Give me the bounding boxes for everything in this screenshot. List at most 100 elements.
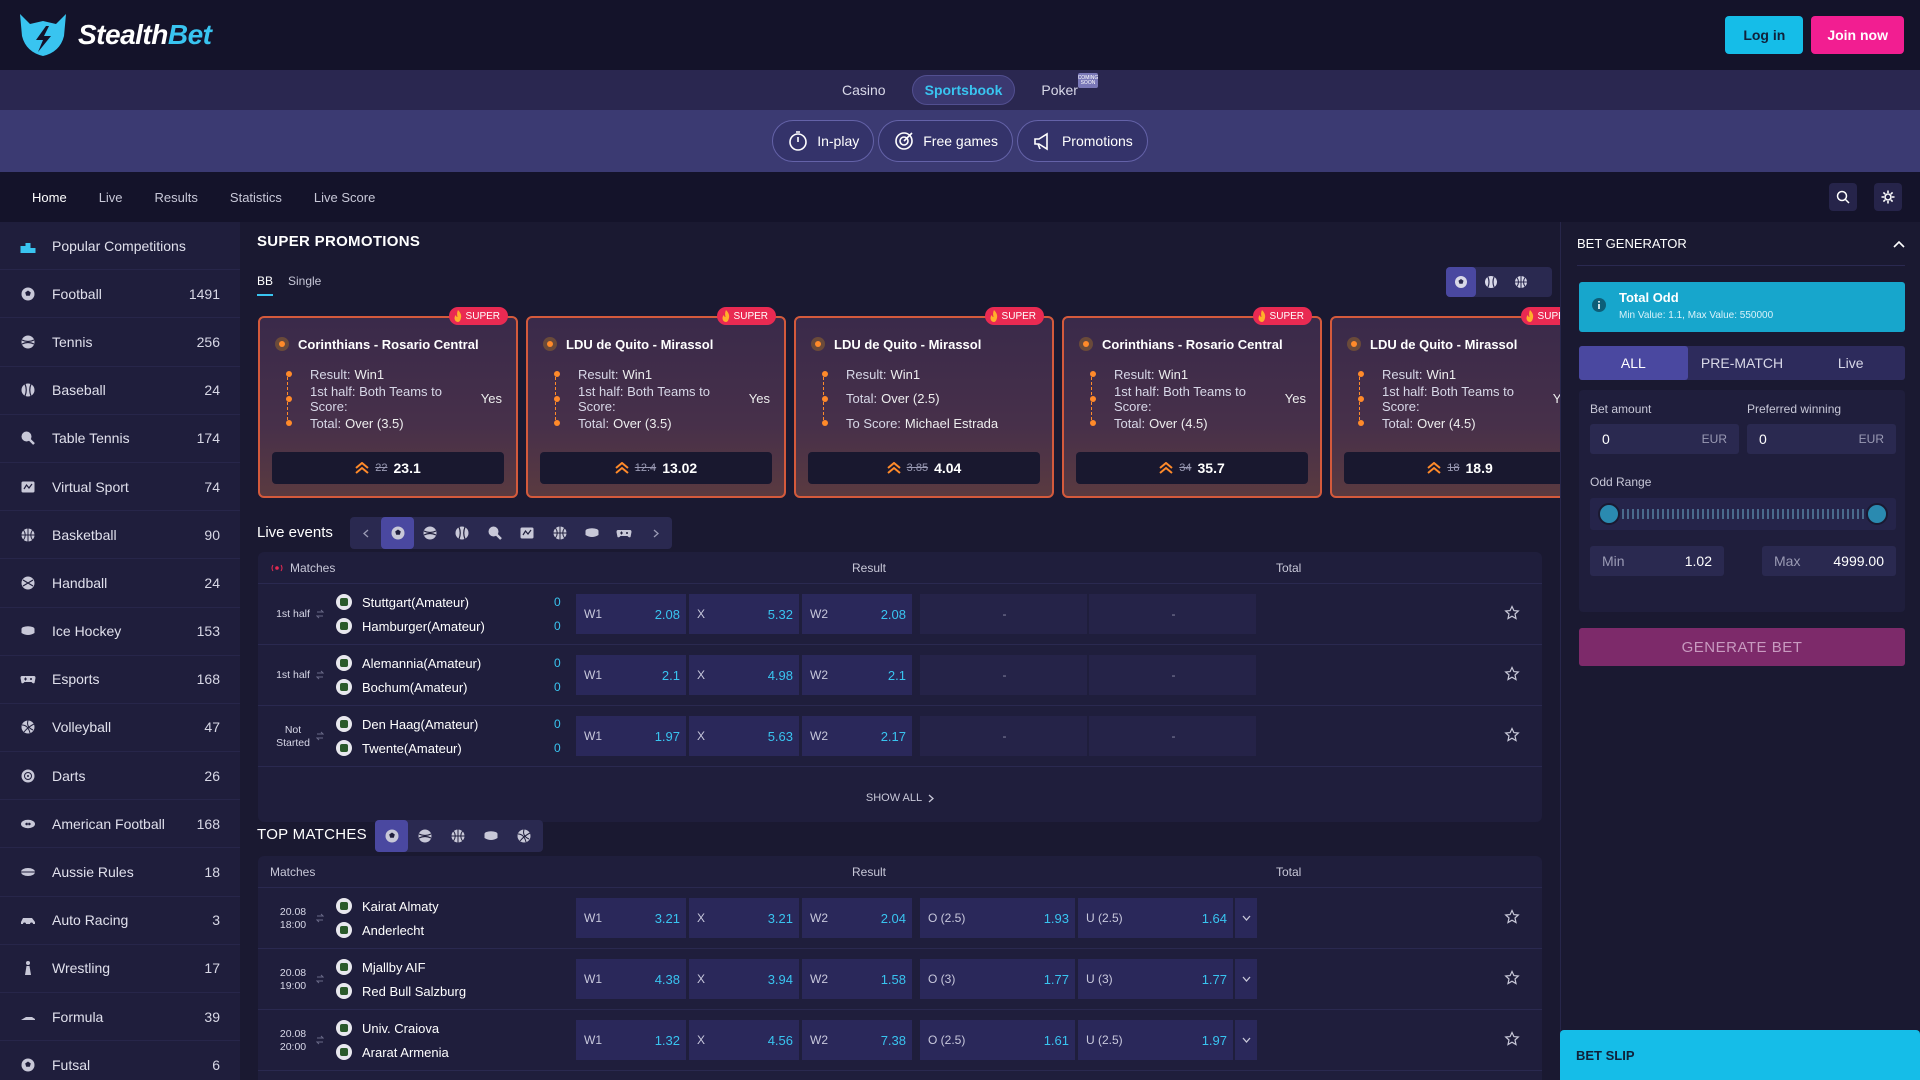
product-sportsbook[interactable]: Sportsbook <box>911 75 1016 105</box>
odd-x[interactable]: X 3.21 <box>689 898 799 938</box>
more-markets-button[interactable] <box>1235 959 1257 999</box>
segment-live[interactable]: Live <box>1796 346 1905 380</box>
filter-ice-hockey[interactable] <box>576 517 608 549</box>
range-max-handle[interactable] <box>1866 503 1888 525</box>
sidebar-item-wrestling[interactable]: Wrestling 17 <box>0 945 240 993</box>
nav-home[interactable]: Home <box>32 190 67 205</box>
min-odd-input[interactable]: Min 1.02 <box>1590 546 1724 576</box>
favorite-button[interactable] <box>1504 970 1520 986</box>
product-poker[interactable]: Poker COMING SOON <box>1029 73 1098 104</box>
odd-w1[interactable]: W1 2.08 <box>576 594 686 634</box>
odd-w1[interactable]: W1 1.32 <box>576 1020 686 1060</box>
odd-total-over[interactable]: O (3) 1.77 <box>920 959 1075 999</box>
more-markets-button[interactable] <box>1235 898 1257 938</box>
filter-basketball[interactable] <box>441 820 474 852</box>
range-min-handle[interactable] <box>1598 503 1620 525</box>
promo-odd-button[interactable]: 18 18.9 <box>1344 452 1560 484</box>
odd-total-over[interactable]: O (2.5) 1.61 <box>920 1020 1075 1060</box>
table-row[interactable]: 1st half Stuttgart(Amateur) Hamburger(Amat… <box>258 584 1542 645</box>
sidebar-item-american-football[interactable]: American Football 168 <box>0 800 240 849</box>
odd-w2[interactable]: W2 2.08 <box>802 594 912 634</box>
promo-odd-button[interactable]: 34 35.7 <box>1076 452 1308 484</box>
sidebar-item-darts[interactable]: Darts 26 <box>0 752 240 801</box>
sidebar-item-handball[interactable]: Handball 24 <box>0 559 240 608</box>
search-button[interactable] <box>1829 183 1857 211</box>
promo-card[interactable]: SUPERLDU de Quito - MirassolResult:Win11… <box>526 307 786 498</box>
sidebar-item-aussie-rules[interactable]: Aussie Rules 18 <box>0 848 240 897</box>
filter-football[interactable] <box>381 517 414 549</box>
sidebar-item-table-tennis[interactable]: Table Tennis 174 <box>0 415 240 463</box>
free-games-button[interactable]: Free games <box>878 120 1013 162</box>
odd-w2[interactable]: W2 7.38 <box>802 1020 912 1060</box>
filter-esports[interactable] <box>608 517 640 549</box>
join-button[interactable]: Join now <box>1811 16 1904 54</box>
promo-card[interactable]: SUPER Corinthians - Rosario Central Result… <box>1062 307 1322 498</box>
promo-card[interactable]: SUPER Corinthians - Rosario Central Result… <box>258 307 518 498</box>
sidebar-item-ice-hockey[interactable]: Ice Hockey 153 <box>0 608 240 656</box>
sidebar-item-auto-racing[interactable]: Auto Racing 3 <box>0 897 240 945</box>
odd-w2[interactable]: W2 2.1 <box>802 655 912 695</box>
nav-statistics[interactable]: Statistics <box>230 190 282 205</box>
filter-virtual-sport[interactable] <box>511 517 543 549</box>
promo-odd-button[interactable]: 12.4 13.02 <box>540 452 772 484</box>
sidebar-item-virtual-sport[interactable]: Virtual Sport 74 <box>0 463 240 512</box>
odd-total-under[interactable]: U (2.5) 1.64 <box>1078 898 1233 938</box>
login-button[interactable]: Log in <box>1725 16 1804 54</box>
bet-amount-input[interactable]: 0 EUR <box>1590 424 1739 454</box>
table-row[interactable]: Not Started Den Haag(Amateur) Twente(Amate… <box>258 706 1542 767</box>
odd-x[interactable]: X 4.56 <box>689 1020 799 1060</box>
table-row[interactable]: 20.08 20:00 Univ. Craiova Ararat Armenia W1 1… <box>258 1010 1542 1071</box>
sidebar-item-volleyball[interactable]: Volleyball 47 <box>0 704 240 753</box>
filter-baseball[interactable] <box>446 517 478 549</box>
filter-football[interactable] <box>1446 267 1476 297</box>
promo-card[interactable]: SUPER LDU de Quito - Mirassol Result: Win1 T… <box>794 307 1054 498</box>
nav-live-score[interactable]: Live Score <box>314 190 375 205</box>
filter-volleyball[interactable] <box>507 820 540 852</box>
filter-tennis[interactable] <box>408 820 441 852</box>
favorite-button[interactable] <box>1504 666 1520 682</box>
segment-all[interactable]: ALL <box>1579 346 1688 380</box>
odd-x[interactable]: X 4.98 <box>689 655 799 695</box>
bet-generator-header[interactable]: BET GENERATOR <box>1577 222 1905 266</box>
sidebar-item-baseball[interactable]: Baseball 24 <box>0 367 240 415</box>
promo-card[interactable]: SUPERLDU de Quito - MirassolResult:Win11… <box>1330 307 1560 498</box>
settings-button[interactable] <box>1874 183 1902 211</box>
favorite-button[interactable] <box>1504 909 1520 925</box>
odd-x[interactable]: X 5.32 <box>689 594 799 634</box>
filter-basketball[interactable] <box>543 517 575 549</box>
product-casino[interactable]: Casino <box>830 76 898 104</box>
filter-prev-button[interactable] <box>350 518 381 548</box>
favorite-button[interactable] <box>1504 605 1520 621</box>
promo-odd-button[interactable]: 22 23.1 <box>272 452 504 484</box>
inplay-button[interactable]: In-play <box>772 120 875 162</box>
nav-results[interactable]: Results <box>155 190 198 205</box>
brand-logo[interactable]: StealthBet <box>16 12 212 58</box>
more-markets-button[interactable] <box>1235 1020 1257 1060</box>
filter-basketball[interactable] <box>1506 267 1536 297</box>
favorite-button[interactable] <box>1504 1031 1520 1047</box>
filter-baseball[interactable] <box>1476 267 1506 297</box>
odd-w1[interactable]: W1 1.97 <box>576 716 686 756</box>
sidebar-item-basketball[interactable]: Basketball 90 <box>0 511 240 560</box>
segment-prematch[interactable]: PRE-MATCH <box>1688 346 1797 380</box>
favorite-button[interactable] <box>1504 727 1520 743</box>
table-row[interactable]: 20.08 19:00 Mjallby AIF Red Bull Salzburg W1… <box>258 949 1542 1010</box>
odd-x[interactable]: X 5.63 <box>689 716 799 756</box>
filter-next-button[interactable] <box>641 518 672 548</box>
preferred-winning-input[interactable]: 0 EUR <box>1747 424 1896 454</box>
sidebar-item-popular-competitions[interactable]: Popular Competitions <box>0 222 240 271</box>
max-odd-input[interactable]: Max 4999.00 <box>1762 546 1896 576</box>
promo-odd-button[interactable]: 3.85 4.04 <box>808 452 1040 484</box>
odd-total-under[interactable]: U (3) 1.77 <box>1078 959 1233 999</box>
show-all-link[interactable]: SHOW ALL <box>258 779 1542 817</box>
table-row[interactable]: 1st half Alemannia(Amateur) Bochum(Amateur… <box>258 645 1542 706</box>
odd-total-over[interactable]: O (2.5) 1.93 <box>920 898 1075 938</box>
odd-w2[interactable]: W2 1.58 <box>802 959 912 999</box>
sidebar-item-futsal[interactable]: Futsal 6 <box>0 1041 240 1080</box>
odd-w2[interactable]: W2 2.04 <box>802 898 912 938</box>
odd-x[interactable]: X 3.94 <box>689 959 799 999</box>
promotions-button[interactable]: Promotions <box>1016 120 1148 162</box>
nav-live[interactable]: Live <box>99 190 123 205</box>
filter-football[interactable] <box>375 820 408 852</box>
tab-bb[interactable]: BB <box>257 274 274 296</box>
